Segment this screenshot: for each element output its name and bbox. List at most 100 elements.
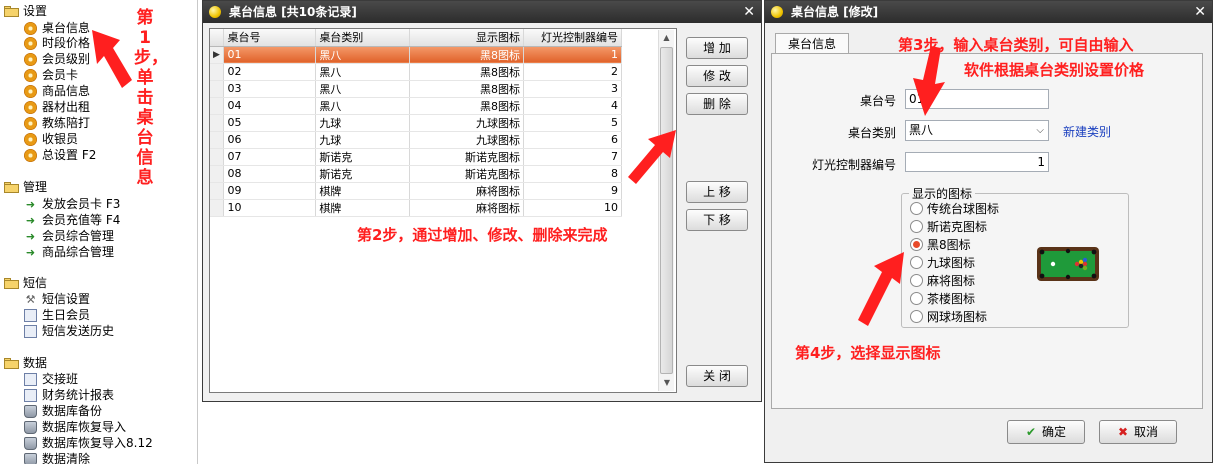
- group-management[interactable]: 管理: [4, 179, 47, 195]
- group-sms[interactable]: 短信: [4, 275, 47, 291]
- nav-item-time-price[interactable]: 时段价格: [24, 35, 90, 51]
- col-header-light[interactable]: 灯光控制器编号: [523, 29, 622, 47]
- table-cell: 九球: [315, 114, 411, 132]
- table-row[interactable]: 10 棋牌 麻将图标 10: [210, 199, 622, 217]
- nav-item-birthday-members[interactable]: 生日会员: [24, 307, 90, 323]
- radio-teahouse-icon[interactable]: 茶楼图标: [910, 290, 975, 306]
- new-category-link[interactable]: 新建类别: [1063, 123, 1111, 140]
- light-controller-input[interactable]: [905, 152, 1049, 172]
- move-up-button[interactable]: 上 移: [686, 181, 748, 203]
- table-row[interactable]: 08 斯诺克 斯诺克图标 8: [210, 165, 622, 183]
- arrow-right-icon: ➜: [25, 213, 36, 227]
- nav-item-db-restore[interactable]: 数据库恢复导入: [24, 419, 126, 435]
- step3-annotation-line2: 软件根据桌台类别设置价格: [964, 61, 1145, 79]
- table-cell: 6: [523, 131, 622, 149]
- table-cell: 九球图标: [409, 114, 524, 132]
- nav-item-general-settings[interactable]: 总设置 F2: [24, 147, 96, 163]
- group-data[interactable]: 数据: [4, 355, 47, 371]
- nav-item-recharge[interactable]: ➜ 会员充值等 F4: [24, 212, 120, 228]
- nav-item-shift-handover[interactable]: 交接班: [24, 371, 78, 387]
- nav-item-issue-card[interactable]: ➜ 发放会员卡 F3: [24, 196, 120, 212]
- close-icon[interactable]: ✕: [743, 1, 755, 23]
- scroll-up-icon[interactable]: ▲: [659, 30, 674, 46]
- ok-button[interactable]: ✔ 确定: [1007, 420, 1085, 444]
- group-label: 设置: [23, 4, 48, 18]
- radio-nineball-icon[interactable]: 九球图标: [910, 254, 975, 270]
- window-icon: [771, 6, 783, 18]
- table-cell: 黑8图标: [409, 46, 524, 64]
- table-cell: 斯诺克图标: [409, 165, 524, 183]
- tab-table-info[interactable]: 桌台信息: [775, 33, 849, 54]
- document-icon: [24, 324, 37, 338]
- table-cell: 1: [523, 46, 622, 64]
- col-header-table-no[interactable]: 桌台号: [223, 29, 317, 47]
- delete-button[interactable]: 删 除: [686, 93, 748, 115]
- table-cell: 棋牌: [315, 199, 411, 217]
- table-cell: 黑八: [315, 63, 411, 81]
- radio-tennis-icon[interactable]: 网球场图标: [910, 308, 987, 324]
- report-icon: [24, 388, 37, 402]
- gear-icon: [24, 21, 37, 35]
- nav-item-member-management[interactable]: ➜ 会员综合管理: [24, 228, 114, 244]
- records-grid[interactable]: 桌台号 桌台类别 显示图标 灯光控制器编号 ▶ 01 黑八 黑8图标 1 02 黑八 黑8图标…: [209, 28, 677, 393]
- row-indicator: [210, 97, 225, 115]
- table-row[interactable]: 04 黑八 黑8图标 4: [210, 97, 622, 115]
- row-indicator: [210, 131, 225, 149]
- table-cell: 9: [523, 182, 622, 200]
- row-indicator: [210, 165, 225, 183]
- move-down-button[interactable]: 下 移: [686, 209, 748, 231]
- nav-item-equipment-rental[interactable]: 器材出租: [24, 99, 90, 115]
- step4-annotation: 第4步，选择显示图标: [795, 344, 941, 362]
- chevron-down-icon[interactable]: ⌵: [1036, 121, 1044, 140]
- nav-item-product-management[interactable]: ➜ 商品综合管理: [24, 244, 114, 260]
- radio-traditional-icon[interactable]: 传统台球图标: [910, 200, 999, 216]
- gear-icon: [24, 116, 37, 130]
- nav-item-table-info[interactable]: 桌台信息: [24, 20, 90, 36]
- nav-item-sms-settings[interactable]: ⚒ 短信设置: [24, 291, 90, 307]
- step3-arrow: [913, 46, 945, 116]
- col-header-icon[interactable]: 显示图标: [409, 29, 524, 47]
- table-row[interactable]: 05 九球 九球图标 5: [210, 114, 622, 132]
- add-button[interactable]: 增 加: [686, 37, 748, 59]
- table-cell: 黑八: [315, 80, 411, 98]
- table-row[interactable]: 03 黑八 黑8图标 3: [210, 80, 622, 98]
- table-cell: 棋牌: [315, 182, 411, 200]
- table-row[interactable]: 07 斯诺克 斯诺克图标 7: [210, 148, 622, 166]
- radio-snooker-icon[interactable]: 斯诺克图标: [910, 218, 987, 234]
- vertical-scrollbar[interactable]: ▲ ▼: [658, 30, 674, 391]
- nav-item-member-level[interactable]: 会员级别: [24, 51, 90, 67]
- nav-item-finance-report[interactable]: 财务统计报表: [24, 387, 114, 403]
- cancel-button[interactable]: ✖ 取消: [1099, 420, 1177, 444]
- edit-button[interactable]: 修 改: [686, 65, 748, 87]
- shift-icon: [24, 372, 37, 386]
- nav-item-coach[interactable]: 教练陪打: [24, 115, 90, 131]
- table-row[interactable]: 09 棋牌 麻将图标 9: [210, 182, 622, 200]
- table-row[interactable]: ▶ 01 黑八 黑8图标 1: [210, 46, 622, 64]
- group-settings[interactable]: 设置: [4, 3, 47, 19]
- radio-mahjong-icon[interactable]: 麻将图标: [910, 272, 975, 288]
- nav-item-db-backup[interactable]: 数据库备份: [24, 403, 102, 419]
- scroll-down-icon[interactable]: ▼: [659, 375, 675, 391]
- close-icon[interactable]: ✕: [1194, 1, 1206, 23]
- category-label: 桌台类别: [847, 126, 896, 140]
- scroll-thumb[interactable]: [660, 47, 673, 374]
- table-cell: 04: [223, 97, 317, 115]
- cross-icon: ✖: [1117, 425, 1129, 439]
- category-combobox[interactable]: 黑八 ⌵: [905, 120, 1049, 141]
- close-button[interactable]: 关 闭: [686, 365, 748, 387]
- nav-item-data-clear[interactable]: 数据清除: [24, 451, 90, 464]
- table-row[interactable]: 06 九球 九球图标 6: [210, 131, 622, 149]
- database-icon: [24, 404, 37, 418]
- nav-item-sms-history[interactable]: 短信发送历史: [24, 323, 114, 339]
- records-table: 桌台号 桌台类别 显示图标 灯光控制器编号 ▶ 01 黑八 黑8图标 1 02 黑八 黑8图标…: [210, 29, 622, 217]
- nav-item-products[interactable]: 商品信息: [24, 83, 90, 99]
- gear-icon: [24, 36, 37, 50]
- database-icon: [24, 436, 37, 450]
- nav-item-member-card[interactable]: 会员卡: [24, 67, 78, 83]
- radio-black8-icon[interactable]: 黑8图标: [910, 236, 971, 252]
- col-header-category[interactable]: 桌台类别: [315, 29, 411, 47]
- nav-item-db-restore-812[interactable]: 数据库恢复导入8.12: [24, 435, 153, 451]
- nav-item-cashier[interactable]: 收银员: [24, 131, 78, 147]
- table-row[interactable]: 02 黑八 黑8图标 2: [210, 63, 622, 81]
- step4-arrow: [858, 252, 904, 326]
